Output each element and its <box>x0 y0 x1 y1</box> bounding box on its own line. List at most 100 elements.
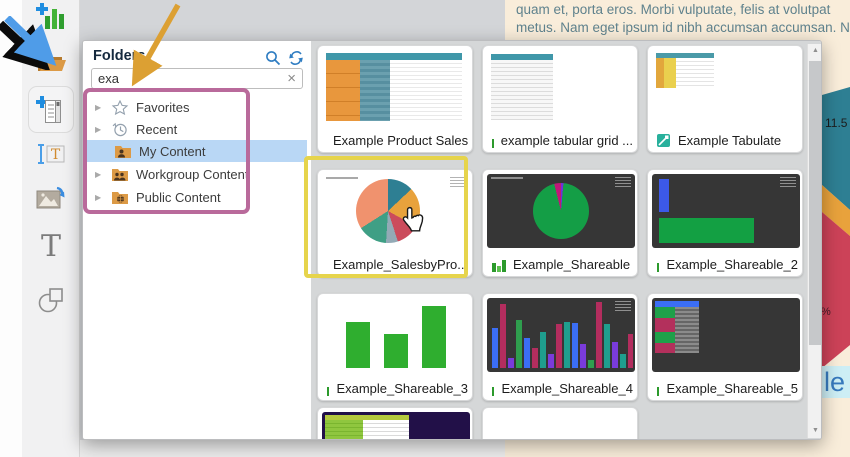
tree-item-label: My Content <box>139 144 205 159</box>
card-label: Example_Shareable <box>513 257 630 272</box>
content-card-example-shareable[interactable]: Example_Shareable <box>482 169 638 277</box>
content-card-example-salesbypro[interactable]: Example_SalesbyPro... <box>317 169 473 277</box>
content-card-example-shareable-3[interactable]: Example_Shareable_3 <box>317 293 473 401</box>
thumb-bar <box>422 306 446 368</box>
open-folder-icon <box>35 49 67 74</box>
tree-item-label: Workgroup Content <box>136 167 249 182</box>
folder-search-box: × <box>91 68 303 89</box>
content-card-example-shareable-2[interactable]: Example_Shareable_2 <box>647 169 803 277</box>
report-bars-icon <box>656 381 659 396</box>
content-card-example-tabular-grid[interactable]: example tabular grid ... <box>482 45 638 153</box>
card-thumbnail <box>487 174 635 248</box>
new-list-icon <box>36 94 66 126</box>
report-bars-icon <box>491 257 506 272</box>
content-card-example-tabulate[interactable]: Example Tabulate <box>647 45 803 153</box>
thumb-bar <box>384 334 408 368</box>
pie-percent-label: % <box>821 306 831 318</box>
tree-item-label: Recent <box>136 122 177 137</box>
grid-scrollbar[interactable]: ▲ ▼ <box>807 44 822 438</box>
folder-user-icon <box>114 144 132 159</box>
new-chart-icon <box>36 3 66 30</box>
open-folder-button[interactable] <box>22 47 80 75</box>
expand-caret-icon[interactable]: ▶ <box>95 103 105 112</box>
new-chart-button[interactable] <box>22 2 80 30</box>
bottom-background-strip <box>80 440 505 457</box>
thumb-part <box>491 60 553 120</box>
text-T-icon: T <box>41 232 61 262</box>
thumb-part <box>615 177 631 188</box>
star-icon <box>111 100 129 115</box>
tree-item-label: Public Content <box>136 190 221 205</box>
shapes-button[interactable] <box>22 284 80 316</box>
tree-item-workgroup-content[interactable]: ▶ Workgroup Content <box>83 163 311 185</box>
thumb-part <box>659 179 669 212</box>
content-card-example-product-sales[interactable]: Example Product Sales <box>317 45 473 153</box>
tree-item-public-content[interactable]: ▶ Public Content <box>83 186 311 208</box>
shapes-icon <box>36 285 66 315</box>
folder-search-input[interactable] <box>92 71 281 86</box>
insert-image-icon <box>35 185 67 213</box>
content-card-partial-2[interactable] <box>482 407 638 440</box>
thumb-part <box>491 177 523 179</box>
thumb-part <box>656 58 664 88</box>
scrollbar-thumb[interactable] <box>809 61 822 345</box>
thumb-multi-bars <box>487 298 633 370</box>
content-card-example-shareable-4[interactable]: Example_Shareable_4 <box>482 293 638 401</box>
tree-item-my-content[interactable]: My Content <box>86 140 307 162</box>
thumb-part <box>655 307 675 353</box>
tree-item-label: Favorites <box>136 100 189 115</box>
browse-dialog: Folders × ▶ Favorites ▶ <box>82 40 822 440</box>
canvas-paragraph-line2: metus. Nam eget ipsum id nibh accumsan a… <box>516 19 850 37</box>
tree-item-recent[interactable]: ▶ Recent <box>83 118 311 140</box>
report-bars-icon <box>491 133 494 148</box>
scroll-up-button[interactable]: ▲ <box>808 44 822 58</box>
card-thumbnail <box>487 298 635 372</box>
clear-search-icon[interactable]: × <box>281 69 302 88</box>
search-icon[interactable] <box>265 50 281 66</box>
report-bars-icon <box>491 381 494 396</box>
tree-item-favorites[interactable]: ▶ Favorites <box>83 96 311 118</box>
thumb-pie-chart <box>356 179 420 243</box>
thumb-bar <box>346 322 370 368</box>
content-card-example-shareable-5[interactable]: Example_Shareable_5 <box>647 293 803 401</box>
scroll-down-button[interactable]: ▼ <box>808 424 822 438</box>
svg-text:T: T <box>51 147 61 163</box>
refresh-icon[interactable] <box>288 50 304 66</box>
thumb-part <box>676 58 714 88</box>
thumb-part <box>360 60 390 121</box>
card-label: Example_SalesbyPro... <box>333 257 468 272</box>
card-label: Example_Shareable_3 <box>336 381 468 396</box>
clock-history-icon <box>111 122 129 137</box>
card-thumbnail <box>322 174 470 248</box>
text-box-button[interactable]: T <box>22 140 80 168</box>
thumb-part <box>675 307 699 353</box>
thumb-part <box>326 177 358 179</box>
card-label: Example_Shareable_2 <box>666 257 798 272</box>
thumb-part <box>450 177 466 188</box>
content-card-partial-1[interactable] <box>317 407 473 440</box>
thumb-pie-chart <box>533 183 589 239</box>
expand-caret-icon[interactable]: ▶ <box>95 193 105 202</box>
card-label: Example_Shareable_5 <box>666 381 798 396</box>
report-bars-icon <box>656 257 659 272</box>
highlighted-text-fragment: le <box>822 366 850 398</box>
thumb-part <box>659 218 754 243</box>
card-thumbnail <box>652 50 800 124</box>
card-thumbnail <box>322 412 470 440</box>
pie-data-label: 11.5 <box>825 116 847 130</box>
left-edge-panel <box>0 0 22 457</box>
expand-caret-icon[interactable]: ▶ <box>95 170 105 179</box>
thumb-part <box>664 58 676 88</box>
card-thumbnail <box>652 174 800 248</box>
folders-panel-title: Folders <box>93 48 145 64</box>
text-button[interactable]: T <box>22 230 80 264</box>
expand-caret-icon[interactable]: ▶ <box>95 125 105 134</box>
thumb-part <box>325 420 363 440</box>
card-label: Example Tabulate <box>678 133 781 148</box>
new-list-button[interactable] <box>22 92 80 128</box>
insert-image-button[interactable] <box>22 184 80 214</box>
thumb-part <box>326 60 360 121</box>
card-thumbnail <box>322 50 470 124</box>
card-thumbnail <box>487 50 635 124</box>
card-label: example tabular grid ... <box>501 133 633 148</box>
